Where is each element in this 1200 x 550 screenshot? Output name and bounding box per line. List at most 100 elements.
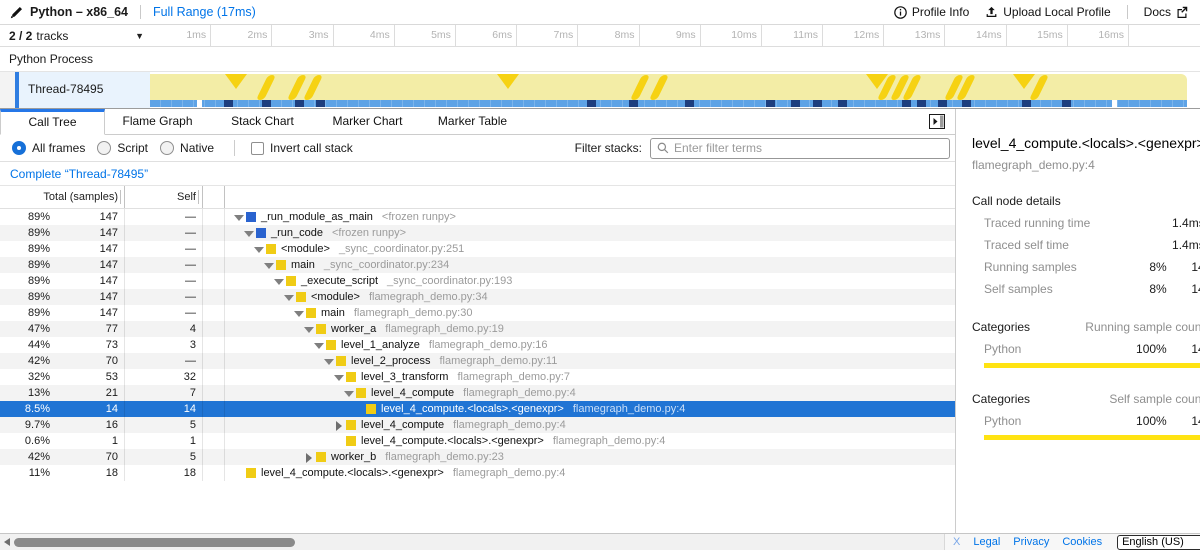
function-name: _run_module_as_main (261, 209, 373, 225)
marker-triangle-icon (225, 74, 247, 89)
tab-call-tree[interactable]: Call Tree (0, 109, 105, 135)
docs-link[interactable]: Docs (1144, 5, 1188, 19)
ruler-tick: 13ms (884, 25, 945, 46)
time-ruler[interactable]: 1ms2ms3ms4ms5ms6ms7ms8ms9ms10ms11ms12ms1… (150, 25, 1200, 46)
tracks-count-dropdown[interactable]: 2 / 2 tracks ▼ (0, 25, 150, 46)
thread-track-label[interactable]: Thread-78495 (19, 72, 150, 108)
table-row[interactable]: 89%147—<module>_sync_coordinator.py:251 (0, 241, 955, 257)
horizontal-scrollbar[interactable] (0, 534, 944, 550)
footer-bar: X Legal Privacy Cookies English (US) ▼ (0, 533, 1200, 550)
table-row[interactable]: 89%147—mainflamegraph_demo.py:30 (0, 305, 955, 321)
expand-arrow-icon[interactable] (303, 452, 316, 463)
expand-arrow-icon[interactable] (333, 420, 346, 431)
table-row[interactable]: 89%147—main_sync_coordinator.py:234 (0, 257, 955, 273)
stat-row-running-samples: Running samples 8% 14 (972, 260, 1200, 274)
marker-triangle-icon (497, 74, 519, 89)
total-cell: 89%147 (0, 209, 125, 225)
sample-dot (902, 100, 911, 107)
self-cell: — (125, 225, 203, 241)
thread-track-row[interactable]: Thread-78495 (0, 72, 1200, 109)
table-row[interactable]: 8.5%1414level_4_compute.<locals>.<genexp… (0, 401, 955, 417)
upload-profile-button[interactable]: Upload Local Profile (985, 5, 1110, 19)
invert-call-stack-label[interactable]: Invert call stack (270, 141, 353, 155)
file-location: flamegraph_demo.py:4 (553, 433, 666, 449)
table-row[interactable]: 89%147—<module>flamegraph_demo.py:34 (0, 289, 955, 305)
radio-native-label[interactable]: Native (180, 141, 214, 155)
col-total-header[interactable]: Total (samples) (0, 186, 125, 208)
legal-link[interactable]: Legal (973, 536, 1000, 548)
tree-cell: main_sync_coordinator.py:234 (225, 257, 955, 273)
table-row[interactable]: 89%147—_run_code<frozen runpy> (0, 225, 955, 241)
sample-dot (962, 100, 971, 107)
table-row[interactable]: 32%5332level_3_transformflamegraph_demo.… (0, 369, 955, 385)
sidebar-toggle-button[interactable] (929, 114, 945, 132)
table-row[interactable]: 89%147—_run_module_as_main<frozen runpy> (0, 209, 955, 225)
edit-pencil-icon[interactable] (10, 6, 23, 19)
language-select[interactable]: English (US) ▼ (1117, 535, 1200, 550)
collapse-arrow-icon[interactable] (303, 324, 316, 335)
category-value: 14 (1167, 414, 1200, 428)
self-cell: 32 (125, 369, 203, 385)
tab-marker-table[interactable]: Marker Table (420, 109, 525, 134)
table-row[interactable]: 42%705worker_bflamegraph_demo.py:23 (0, 449, 955, 465)
collapse-arrow-icon[interactable] (293, 308, 306, 319)
table-row[interactable]: 13%217level_4_computeflamegraph_demo.py:… (0, 385, 955, 401)
invert-call-stack-checkbox[interactable] (251, 142, 264, 155)
category-square-icon (356, 388, 366, 398)
function-name: worker_b (331, 449, 376, 465)
cookies-link[interactable]: Cookies (1062, 536, 1102, 548)
collapse-arrow-icon[interactable] (323, 356, 336, 367)
x-link[interactable]: X (953, 536, 960, 548)
radio-native[interactable] (160, 141, 174, 155)
scrollbar-thumb[interactable] (14, 538, 295, 547)
collapse-arrow-icon[interactable] (233, 212, 246, 223)
track-canvas[interactable] (150, 74, 1187, 107)
search-icon (657, 142, 669, 154)
collapse-arrow-icon[interactable] (283, 292, 296, 303)
footer-links: X Legal Privacy Cookies English (US) ▼ (944, 534, 1200, 550)
filter-search-input[interactable] (674, 141, 943, 155)
radio-script-label[interactable]: Script (117, 141, 148, 155)
tab-flame-graph[interactable]: Flame Graph (105, 109, 210, 134)
category-square-icon (286, 276, 296, 286)
function-name: level_1_analyze (341, 337, 420, 353)
profile-info-button[interactable]: Profile Info (894, 5, 969, 19)
upload-icon (985, 6, 998, 19)
category-square-icon (276, 260, 286, 270)
process-track-header[interactable]: Python Process (0, 47, 1200, 72)
collapse-arrow-icon[interactable] (343, 388, 356, 399)
scroll-left-arrow-icon[interactable] (4, 538, 10, 546)
collapse-arrow-icon[interactable] (333, 372, 346, 383)
table-row[interactable]: 44%733level_1_analyzeflamegraph_demo.py:… (0, 337, 955, 353)
table-header: Total (samples) Self (0, 186, 955, 209)
breadcrumb[interactable]: Complete “Thread-78495” (10, 167, 148, 181)
ruler-tick: 11ms (762, 25, 823, 46)
table-row[interactable]: 89%147—_execute_script_sync_coordinator.… (0, 273, 955, 289)
table-row[interactable]: 47%774worker_aflamegraph_demo.py:19 (0, 321, 955, 337)
collapse-arrow-icon[interactable] (273, 276, 286, 287)
table-row[interactable]: 11%1818level_4_compute.<locals>.<genexpr… (0, 465, 955, 481)
full-range-link[interactable]: Full Range (17ms) (153, 5, 256, 19)
tree-cell: <module>flamegraph_demo.py:34 (225, 289, 955, 305)
table-row[interactable]: 0.6%11level_4_compute.<locals>.<genexpr>… (0, 433, 955, 449)
radio-all-frames-label[interactable]: All frames (32, 141, 85, 155)
tracks-count-label: tracks (36, 29, 68, 43)
categories-label: Categories (972, 320, 1085, 334)
tab-bar: Call TreeFlame GraphStack ChartMarker Ch… (0, 109, 955, 135)
privacy-link[interactable]: Privacy (1013, 536, 1049, 548)
tab-stack-chart[interactable]: Stack Chart (210, 109, 315, 134)
stat-value: 1.4ms (1167, 216, 1200, 230)
table-row[interactable]: 42%70—level_2_processflamegraph_demo.py:… (0, 353, 955, 369)
collapse-arrow-icon[interactable] (313, 340, 326, 351)
collapse-arrow-icon[interactable] (253, 244, 266, 255)
collapse-arrow-icon[interactable] (263, 260, 276, 271)
collapse-arrow-icon[interactable] (243, 228, 256, 239)
tree-cell: level_1_analyzeflamegraph_demo.py:16 (225, 337, 955, 353)
radio-script[interactable] (97, 141, 111, 155)
radio-all-frames[interactable] (12, 141, 26, 155)
self-cell: 7 (125, 385, 203, 401)
tab-marker-chart[interactable]: Marker Chart (315, 109, 420, 134)
filter-search-box[interactable] (650, 138, 950, 159)
table-row[interactable]: 9.7%165level_4_computeflamegraph_demo.py… (0, 417, 955, 433)
col-self-header[interactable]: Self (125, 186, 203, 208)
